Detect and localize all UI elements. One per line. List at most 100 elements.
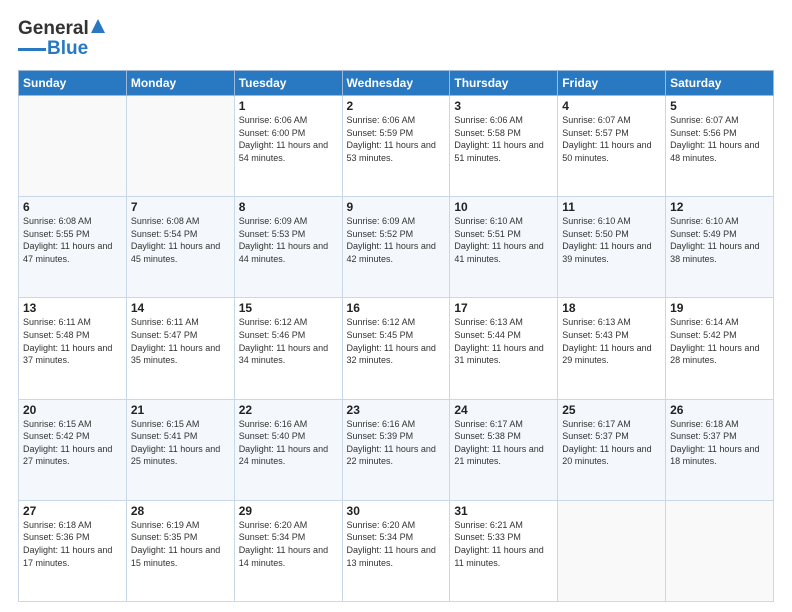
day-sunset: Sunset: 5:37 PM: [670, 431, 737, 441]
day-sunrise: Sunrise: 6:17 AM: [562, 419, 631, 429]
day-sunset: Sunset: 5:52 PM: [347, 229, 414, 239]
day-number: 11: [562, 200, 661, 214]
day-sunset: Sunset: 5:41 PM: [131, 431, 198, 441]
day-sunrise: Sunrise: 6:15 AM: [131, 419, 200, 429]
calendar-day-cell: 21 Sunrise: 6:15 AM Sunset: 5:41 PM Dayl…: [126, 399, 234, 500]
day-number: 27: [23, 504, 122, 518]
day-daylight: Daylight: 11 hours and 35 minutes.: [131, 343, 220, 366]
day-sunset: Sunset: 5:44 PM: [454, 330, 521, 340]
day-sunrise: Sunrise: 6:19 AM: [131, 520, 200, 530]
day-sunset: Sunset: 5:38 PM: [454, 431, 521, 441]
page: General Blue SundayMondayTuesdayWednesda…: [0, 0, 792, 612]
weekday-header-cell: Wednesday: [342, 71, 450, 96]
day-number: 15: [239, 301, 338, 315]
logo-general: General: [18, 18, 89, 40]
day-number: 9: [347, 200, 446, 214]
day-number: 13: [23, 301, 122, 315]
day-number: 29: [239, 504, 338, 518]
day-sunset: Sunset: 5:49 PM: [670, 229, 737, 239]
day-sunrise: Sunrise: 6:08 AM: [131, 216, 200, 226]
header: General Blue: [18, 18, 774, 60]
day-daylight: Daylight: 11 hours and 39 minutes.: [562, 241, 651, 264]
day-number: 6: [23, 200, 122, 214]
day-sunrise: Sunrise: 6:10 AM: [562, 216, 631, 226]
day-daylight: Daylight: 11 hours and 20 minutes.: [562, 444, 651, 467]
day-sunrise: Sunrise: 6:09 AM: [239, 216, 308, 226]
day-number: 3: [454, 99, 553, 113]
logo-bottom: Blue: [18, 38, 88, 60]
calendar-day-cell: 19 Sunrise: 6:14 AM Sunset: 5:42 PM Dayl…: [666, 298, 774, 399]
day-daylight: Daylight: 11 hours and 14 minutes.: [239, 545, 328, 568]
logo-blue: Blue: [47, 38, 88, 60]
day-number: 1: [239, 99, 338, 113]
calendar-day-cell: 28 Sunrise: 6:19 AM Sunset: 5:35 PM Dayl…: [126, 500, 234, 601]
day-number: 21: [131, 403, 230, 417]
calendar-day-cell: [126, 96, 234, 197]
day-number: 23: [347, 403, 446, 417]
day-sunset: Sunset: 5:33 PM: [454, 532, 521, 542]
day-daylight: Daylight: 11 hours and 34 minutes.: [239, 343, 328, 366]
day-sunrise: Sunrise: 6:08 AM: [23, 216, 92, 226]
day-sunrise: Sunrise: 6:16 AM: [239, 419, 308, 429]
day-sunset: Sunset: 5:35 PM: [131, 532, 198, 542]
calendar-day-cell: 20 Sunrise: 6:15 AM Sunset: 5:42 PM Dayl…: [19, 399, 127, 500]
weekday-header-cell: Tuesday: [234, 71, 342, 96]
day-daylight: Daylight: 11 hours and 51 minutes.: [454, 140, 543, 163]
day-daylight: Daylight: 11 hours and 11 minutes.: [454, 545, 543, 568]
day-sunrise: Sunrise: 6:07 AM: [670, 115, 739, 125]
day-daylight: Daylight: 11 hours and 41 minutes.: [454, 241, 543, 264]
calendar-day-cell: 5 Sunrise: 6:07 AM Sunset: 5:56 PM Dayli…: [666, 96, 774, 197]
logo: General Blue: [18, 18, 105, 60]
day-daylight: Daylight: 11 hours and 21 minutes.: [454, 444, 543, 467]
day-number: 30: [347, 504, 446, 518]
day-number: 19: [670, 301, 769, 315]
day-sunrise: Sunrise: 6:09 AM: [347, 216, 416, 226]
calendar-day-cell: 9 Sunrise: 6:09 AM Sunset: 5:52 PM Dayli…: [342, 197, 450, 298]
calendar-day-cell: 14 Sunrise: 6:11 AM Sunset: 5:47 PM Dayl…: [126, 298, 234, 399]
calendar-day-cell: 17 Sunrise: 6:13 AM Sunset: 5:44 PM Dayl…: [450, 298, 558, 399]
day-number: 12: [670, 200, 769, 214]
day-number: 7: [131, 200, 230, 214]
calendar-day-cell: 25 Sunrise: 6:17 AM Sunset: 5:37 PM Dayl…: [558, 399, 666, 500]
day-sunrise: Sunrise: 6:13 AM: [562, 317, 631, 327]
calendar-day-cell: 6 Sunrise: 6:08 AM Sunset: 5:55 PM Dayli…: [19, 197, 127, 298]
day-daylight: Daylight: 11 hours and 13 minutes.: [347, 545, 436, 568]
day-sunrise: Sunrise: 6:17 AM: [454, 419, 523, 429]
day-sunset: Sunset: 5:36 PM: [23, 532, 90, 542]
day-sunrise: Sunrise: 6:07 AM: [562, 115, 631, 125]
day-number: 26: [670, 403, 769, 417]
day-number: 14: [131, 301, 230, 315]
day-sunrise: Sunrise: 6:18 AM: [23, 520, 92, 530]
calendar-day-cell: 16 Sunrise: 6:12 AM Sunset: 5:45 PM Dayl…: [342, 298, 450, 399]
calendar-week-row: 6 Sunrise: 6:08 AM Sunset: 5:55 PM Dayli…: [19, 197, 774, 298]
day-daylight: Daylight: 11 hours and 50 minutes.: [562, 140, 651, 163]
day-sunrise: Sunrise: 6:12 AM: [347, 317, 416, 327]
calendar-day-cell: 15 Sunrise: 6:12 AM Sunset: 5:46 PM Dayl…: [234, 298, 342, 399]
calendar-day-cell: 29 Sunrise: 6:20 AM Sunset: 5:34 PM Dayl…: [234, 500, 342, 601]
day-sunrise: Sunrise: 6:16 AM: [347, 419, 416, 429]
day-number: 20: [23, 403, 122, 417]
day-number: 25: [562, 403, 661, 417]
calendar-day-cell: 24 Sunrise: 6:17 AM Sunset: 5:38 PM Dayl…: [450, 399, 558, 500]
day-daylight: Daylight: 11 hours and 53 minutes.: [347, 140, 436, 163]
calendar-day-cell: [558, 500, 666, 601]
day-number: 22: [239, 403, 338, 417]
day-number: 31: [454, 504, 553, 518]
day-number: 28: [131, 504, 230, 518]
day-daylight: Daylight: 11 hours and 44 minutes.: [239, 241, 328, 264]
weekday-header-cell: Monday: [126, 71, 234, 96]
day-daylight: Daylight: 11 hours and 15 minutes.: [131, 545, 220, 568]
calendar-day-cell: 2 Sunrise: 6:06 AM Sunset: 5:59 PM Dayli…: [342, 96, 450, 197]
day-daylight: Daylight: 11 hours and 38 minutes.: [670, 241, 759, 264]
day-daylight: Daylight: 11 hours and 28 minutes.: [670, 343, 759, 366]
day-sunrise: Sunrise: 6:11 AM: [131, 317, 199, 327]
day-sunrise: Sunrise: 6:14 AM: [670, 317, 739, 327]
calendar-body: 1 Sunrise: 6:06 AM Sunset: 6:00 PM Dayli…: [19, 96, 774, 602]
day-number: 5: [670, 99, 769, 113]
day-sunset: Sunset: 5:42 PM: [670, 330, 737, 340]
day-sunset: Sunset: 5:55 PM: [23, 229, 90, 239]
calendar-week-row: 27 Sunrise: 6:18 AM Sunset: 5:36 PM Dayl…: [19, 500, 774, 601]
calendar-week-row: 1 Sunrise: 6:06 AM Sunset: 6:00 PM Dayli…: [19, 96, 774, 197]
day-number: 8: [239, 200, 338, 214]
day-daylight: Daylight: 11 hours and 32 minutes.: [347, 343, 436, 366]
